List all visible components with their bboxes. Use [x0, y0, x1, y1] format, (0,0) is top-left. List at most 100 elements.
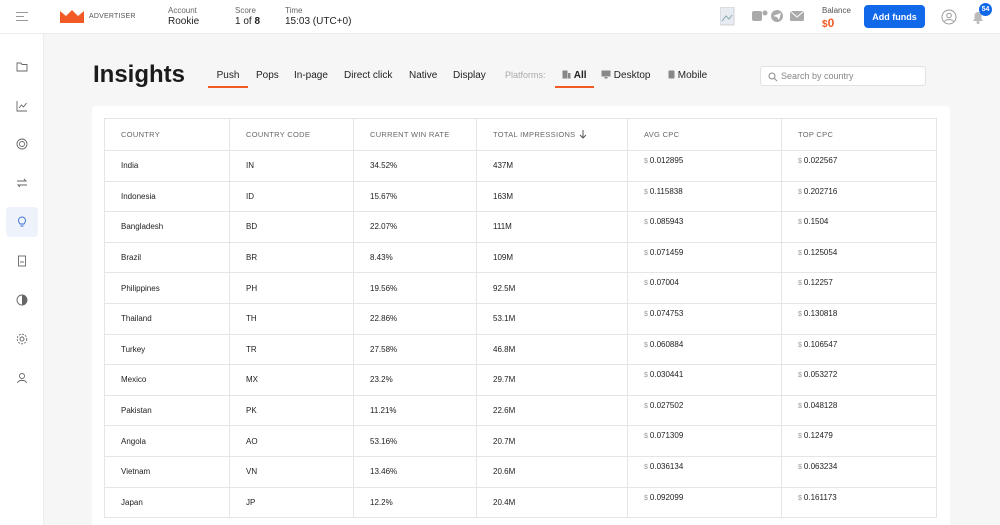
cell-country-code: BD	[229, 211, 354, 243]
platform-desktop[interactable]: Desktop	[601, 70, 650, 88]
column-header-country[interactable]: COUNTRY	[104, 118, 230, 151]
sidebar-item-campaigns[interactable]	[6, 52, 38, 82]
time-info: Time 15:03 (UTC+0)	[285, 5, 351, 28]
transfer-icon	[16, 178, 28, 188]
menu-icon[interactable]	[16, 12, 28, 22]
currency-symbol: $	[798, 280, 802, 288]
cpc-value: 0.12257	[803, 278, 833, 288]
table-row: Pakistan PK 11.21% 22.6M $0.027502 $0.048128	[104, 394, 937, 427]
cpc-value: 0.161173	[803, 492, 837, 502]
platform-mobile[interactable]: Mobile	[668, 70, 707, 88]
user-icon[interactable]	[941, 9, 957, 25]
sidebar-item-statistics[interactable]	[6, 91, 38, 121]
column-header-total-impressions[interactable]: TOTAL IMPRESSIONS	[476, 118, 628, 151]
column-header-avg-cpc[interactable]: AVG CPC	[627, 118, 782, 151]
cell-country: Pakistan	[104, 394, 230, 427]
cpc-value: 0.048128	[803, 400, 838, 410]
tab-native[interactable]: Native	[409, 70, 437, 88]
cell-country-code: IN	[229, 150, 354, 182]
cpc-value: 0.07004	[649, 278, 679, 288]
currency-symbol: $	[644, 280, 648, 288]
mail-icon[interactable]	[789, 10, 805, 21]
column-header-top-cpc[interactable]: TOP CPC	[781, 118, 937, 151]
cell-top-cpc: $0.12257	[781, 272, 937, 304]
cell-top-cpc: $0.12479	[781, 425, 937, 457]
tab-pops[interactable]: Pops	[256, 70, 279, 88]
sidebar-item-settings[interactable]	[6, 324, 38, 354]
crown-logo	[60, 10, 84, 23]
teams-icon[interactable]	[752, 10, 768, 22]
cell-country-code: PH	[229, 272, 354, 304]
cell-top-cpc: $0.130818	[781, 302, 937, 335]
cell-top-cpc: $0.1504	[781, 211, 937, 243]
tab-push[interactable]: Push	[208, 70, 248, 88]
platform-all[interactable]: All	[555, 70, 594, 88]
currency-symbol: $	[644, 463, 648, 471]
contact-icons	[719, 6, 815, 32]
cell-win-rate: 27.58%	[353, 333, 477, 366]
currency-symbol: $	[644, 158, 648, 165]
cell-avg-cpc: $0.036134	[627, 455, 782, 488]
sidebar-item-insights[interactable]	[6, 207, 38, 237]
insights-table: COUNTRY COUNTRY CODE CURRENT WIN RATE TO…	[104, 118, 937, 519]
tab-in-page[interactable]: In-page	[294, 70, 328, 88]
search-input[interactable]: Search by country	[760, 66, 926, 86]
search-icon	[768, 72, 778, 82]
cell-country: Indonesia	[104, 180, 230, 213]
time-label: Time	[285, 6, 303, 15]
cell-country-code: BR	[229, 241, 354, 274]
notifications-badge: 54	[979, 3, 992, 16]
cell-country: Bangladesh	[104, 211, 230, 243]
table-row: Vietnam VN 13.46% 20.6M $0.036134 $0.063234	[104, 455, 937, 488]
top-bar: ADVERTISER Account Rookie Score 1 of 8 T…	[0, 0, 1000, 34]
cell-avg-cpc: $0.071309	[627, 425, 782, 457]
cell-avg-cpc: $0.012895	[627, 150, 782, 182]
chart-icon	[16, 101, 27, 112]
cpc-value: 0.012895	[649, 156, 684, 165]
currency-symbol: $	[798, 188, 802, 196]
cpc-value: 0.071459	[649, 247, 684, 257]
cpc-value: 0.027502	[649, 400, 684, 410]
cpc-value: 0.060884	[649, 339, 684, 349]
cpc-value: 0.071309	[649, 431, 684, 441]
cell-impressions: 163M	[476, 180, 628, 213]
lightbulb-icon	[18, 216, 26, 227]
currency-symbol: $	[644, 249, 648, 257]
cell-country: Mexico	[104, 364, 230, 396]
document-icon	[18, 255, 26, 267]
cell-win-rate: 12.2%	[353, 486, 477, 519]
sidebar-item-theme[interactable]	[6, 285, 38, 315]
sidebar-item-transfers[interactable]	[6, 168, 38, 198]
cpc-value: 0.022567	[803, 156, 838, 165]
column-header-win-rate[interactable]: CURRENT WIN RATE	[353, 118, 477, 151]
cell-avg-cpc: $0.060884	[627, 333, 782, 366]
table-row: Indonesia ID 15.67% 163M $0.115838 $0.202716	[104, 180, 937, 213]
cell-country: Vietnam	[104, 455, 230, 488]
sidebar-item-profile[interactable]	[6, 363, 38, 393]
sidebar-item-docs[interactable]	[6, 246, 38, 276]
currency-symbol: $	[798, 158, 802, 165]
cell-win-rate: 34.52%	[353, 150, 477, 182]
cpc-value: 0.036134	[649, 461, 684, 471]
column-header-country-code[interactable]: COUNTRY CODE	[229, 118, 354, 151]
telegram-icon[interactable]	[771, 10, 783, 22]
tab-display[interactable]: Display	[453, 70, 486, 88]
cell-country: Angola	[104, 425, 230, 457]
sidebar-item-finance[interactable]	[6, 129, 38, 159]
cell-impressions: 20.6M	[476, 455, 628, 488]
tab-direct-click[interactable]: Direct click	[344, 70, 392, 88]
cell-top-cpc: $0.202716	[781, 180, 937, 213]
currency-symbol: $	[798, 219, 802, 227]
currency-symbol: $	[644, 494, 648, 502]
cell-country: Japan	[104, 486, 230, 519]
cell-avg-cpc: $0.071459	[627, 241, 782, 274]
sidebar	[0, 34, 44, 525]
currency-symbol: $	[798, 463, 802, 471]
cell-win-rate: 19.56%	[353, 272, 477, 304]
user-icon	[17, 373, 27, 384]
cell-country-code: AO	[229, 425, 354, 457]
page-title: Insights	[93, 61, 186, 88]
add-funds-button[interactable]: Add funds	[864, 5, 925, 28]
avatar-image-icon[interactable]	[719, 6, 735, 26]
currency-symbol: $	[798, 433, 802, 441]
